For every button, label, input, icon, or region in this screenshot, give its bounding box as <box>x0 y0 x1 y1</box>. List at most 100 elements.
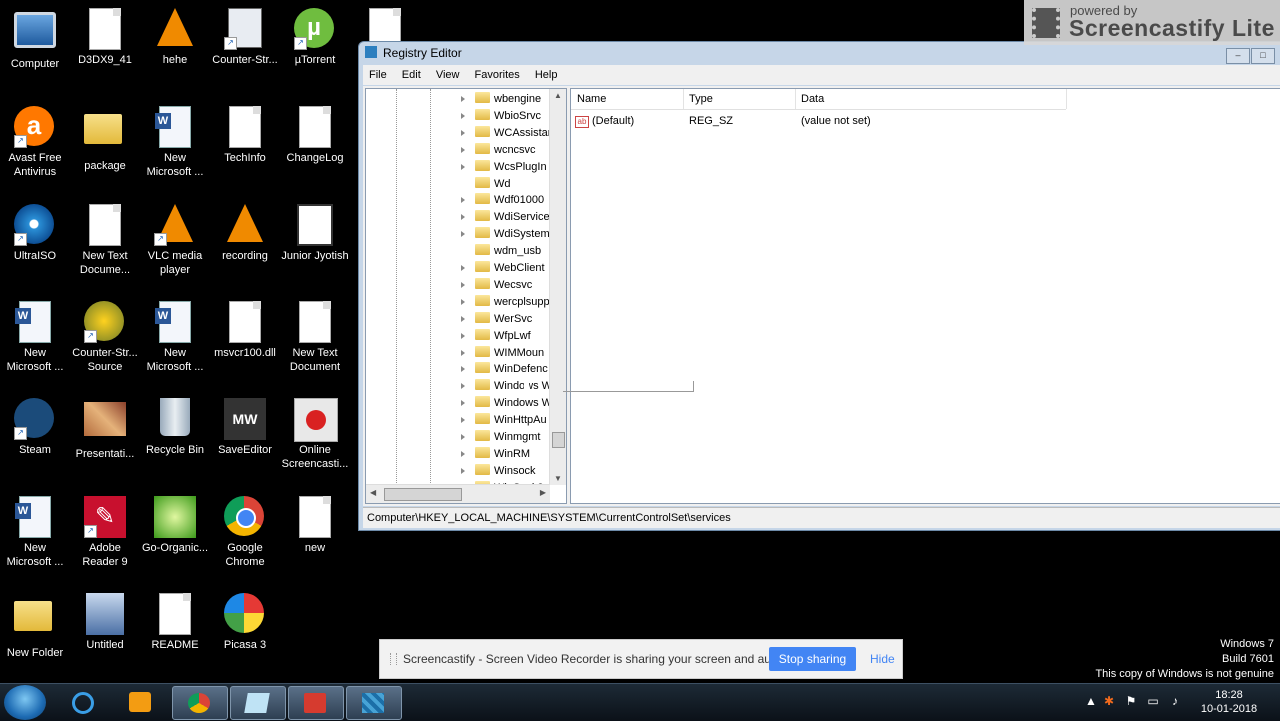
expand-arrow-icon[interactable] <box>461 96 465 102</box>
desktop-icon-techinfo[interactable]: TechInfo <box>211 106 279 165</box>
scroll-right-arrow-icon[interactable]: ▶ <box>540 488 546 497</box>
desktop-icon-picasa[interactable]: Picasa 3 <box>211 593 279 652</box>
scroll-left-arrow-icon[interactable]: ◀ <box>370 488 376 497</box>
tree-node[interactable]: wdm_usb <box>466 243 541 260</box>
desktop-icon-new-text-doc-1[interactable]: New Text Docume... <box>71 204 139 277</box>
show-hidden-icons-icon[interactable]: ▲ <box>1084 694 1098 708</box>
tree-node[interactable]: WinDefenc <box>461 361 548 378</box>
desktop-icon-untitled[interactable]: Untitled <box>71 593 139 652</box>
desktop-icon-word-doc-1[interactable]: New Microsoft ... <box>141 106 209 179</box>
desktop-icon-computer[interactable]: Computer <box>1 8 69 71</box>
expand-arrow-icon[interactable] <box>461 450 465 457</box>
action-center-icon[interactable]: ⚑ <box>1124 694 1138 708</box>
tree-node[interactable]: WinHttpAu <box>461 412 547 429</box>
tree-node[interactable]: wbengine <box>461 91 541 108</box>
tree-node[interactable]: WCAssistar <box>461 125 551 142</box>
desktop-icon-ultraiso[interactable]: ↗ UltraISO <box>1 204 69 263</box>
expand-arrow-icon[interactable] <box>461 112 465 119</box>
expand-arrow-icon[interactable] <box>461 163 465 170</box>
desktop-icon-steam[interactable]: ↗ Steam <box>1 398 69 457</box>
desktop-icon-changelog[interactable]: ChangeLog <box>281 106 349 165</box>
tree-node[interactable]: WebClient <box>461 260 545 277</box>
expand-arrow-icon[interactable] <box>461 400 465 407</box>
maximize-button[interactable]: □ <box>1251 48 1275 64</box>
desktop-icon-avast[interactable]: a ↗ Avast Free Antivirus <box>1 106 69 179</box>
desktop-icon-online-screencast[interactable]: Online Screencasti... <box>281 398 349 471</box>
stop-sharing-button[interactable]: Stop sharing <box>769 647 856 671</box>
expand-arrow-icon[interactable] <box>461 315 465 322</box>
start-orb-icon[interactable] <box>4 685 46 720</box>
expand-arrow-icon[interactable] <box>461 417 465 424</box>
menu-help[interactable]: Help <box>529 65 564 85</box>
expand-arrow-icon[interactable] <box>461 129 465 136</box>
desktop-icon-go-organic[interactable]: Go-Organic... <box>141 496 209 555</box>
tree-node[interactable]: Windows W <box>461 395 552 412</box>
display-icon[interactable]: ▭ <box>1146 694 1160 708</box>
desktop-icon-word-doc-3[interactable]: New Microsoft ... <box>141 301 209 374</box>
menu-file[interactable]: File <box>363 65 393 85</box>
menu-view[interactable]: View <box>430 65 466 85</box>
taskbar-internet-explorer[interactable] <box>56 686 110 718</box>
expand-arrow-icon[interactable] <box>461 349 465 356</box>
column-name[interactable]: Name <box>571 89 684 109</box>
tree-node[interactable]: wcncsvc <box>461 142 536 159</box>
taskbar-media-player[interactable] <box>114 686 168 718</box>
expand-arrow-icon[interactable] <box>461 231 465 238</box>
clock[interactable]: 18:28 10-01-2018 <box>1194 688 1264 716</box>
tree-node[interactable]: WinRM <box>461 446 530 463</box>
menu-edit[interactable]: Edit <box>396 65 427 85</box>
expand-arrow-icon[interactable] <box>461 197 465 204</box>
desktop-icon-saveeditor[interactable]: MW SaveEditor <box>211 398 279 457</box>
desktop-icon-adobe-reader[interactable]: ✎ ↗ Adobe Reader 9 <box>71 496 139 569</box>
title-bar[interactable]: Registry Editor – □ <box>359 42 1280 64</box>
desktop-icon-cs-source[interactable]: ↗ Counter-Str... Source <box>71 301 139 374</box>
desktop-icon-word-doc-2[interactable]: New Microsoft ... <box>1 301 69 374</box>
desktop-icon-junior-jyotish[interactable]: Junior Jyotish <box>281 204 349 263</box>
expand-arrow-icon[interactable] <box>461 214 465 221</box>
expand-arrow-icon[interactable] <box>461 298 465 305</box>
desktop-icon-google-chrome[interactable]: Google Chrome <box>211 496 279 569</box>
column-type[interactable]: Type <box>683 89 796 109</box>
expand-arrow-icon[interactable] <box>461 265 465 271</box>
tree-node[interactable]: WfpLwf <box>461 328 531 345</box>
scroll-thumb[interactable] <box>384 488 462 501</box>
column-data[interactable]: Data <box>795 89 1067 109</box>
tree-node[interactable]: Windows W <box>461 378 552 395</box>
expand-arrow-icon[interactable] <box>461 332 465 339</box>
tree-node[interactable]: Wdf01000 <box>461 192 544 209</box>
desktop-icon-word-doc-4[interactable]: New Microsoft ... <box>1 496 69 569</box>
desktop-icon-recycle-bin[interactable]: Recycle Bin <box>141 398 209 457</box>
tree-node[interactable]: wercplsupp <box>461 294 550 311</box>
volume-icon[interactable]: ♪ <box>1168 694 1182 708</box>
taskbar-toolbox[interactable] <box>288 686 344 720</box>
taskbar-notepad[interactable] <box>230 686 286 720</box>
values-pane[interactable]: Name Type Data ab (Default) REG_SZ (value… <box>570 88 1280 504</box>
drag-grip-icon[interactable] <box>390 653 397 665</box>
desktop-icon-d3dx9[interactable]: D3DX9_41 <box>71 8 139 67</box>
tree-node[interactable]: Wd <box>466 176 511 193</box>
scroll-thumb[interactable] <box>552 432 565 448</box>
tree-node[interactable]: WdiService <box>461 209 550 226</box>
taskbar-chrome[interactable] <box>172 686 228 720</box>
tree-node[interactable]: Winsock <box>461 463 536 480</box>
expand-arrow-icon[interactable] <box>461 281 465 288</box>
tree-horizontal-scrollbar[interactable]: ◀ ▶ <box>366 484 550 503</box>
desktop-icon-counter-strike[interactable]: ↗ Counter-Str... <box>211 8 279 67</box>
desktop-icon-recording[interactable]: recording <box>211 204 279 263</box>
desktop-icon-readme[interactable]: README <box>141 593 209 652</box>
scroll-down-arrow-icon[interactable]: ▼ <box>554 474 562 483</box>
desktop-icon-presentation[interactable]: Presentati... <box>71 398 139 461</box>
hide-link[interactable]: Hide <box>870 652 895 666</box>
expand-arrow-icon[interactable] <box>461 366 465 373</box>
expand-arrow-icon[interactable] <box>461 146 465 153</box>
desktop-icon-new-folder[interactable]: New Folder <box>1 593 69 660</box>
tree-vertical-scrollbar[interactable]: ▲ ▼ <box>549 89 566 485</box>
desktop-icon-hehe[interactable]: hehe <box>141 8 209 67</box>
expand-arrow-icon[interactable] <box>461 434 465 440</box>
taskbar-regedit[interactable] <box>346 686 402 720</box>
expand-arrow-icon[interactable] <box>461 467 465 474</box>
expand-arrow-icon[interactable] <box>461 383 465 390</box>
menu-favorites[interactable]: Favorites <box>469 65 526 85</box>
tree-node[interactable]: Wecsvc <box>461 277 532 294</box>
key-tree-pane[interactable]: wbengine WbioSrvc WCAssistar wcncsvc WcsPlug… <box>365 88 567 504</box>
